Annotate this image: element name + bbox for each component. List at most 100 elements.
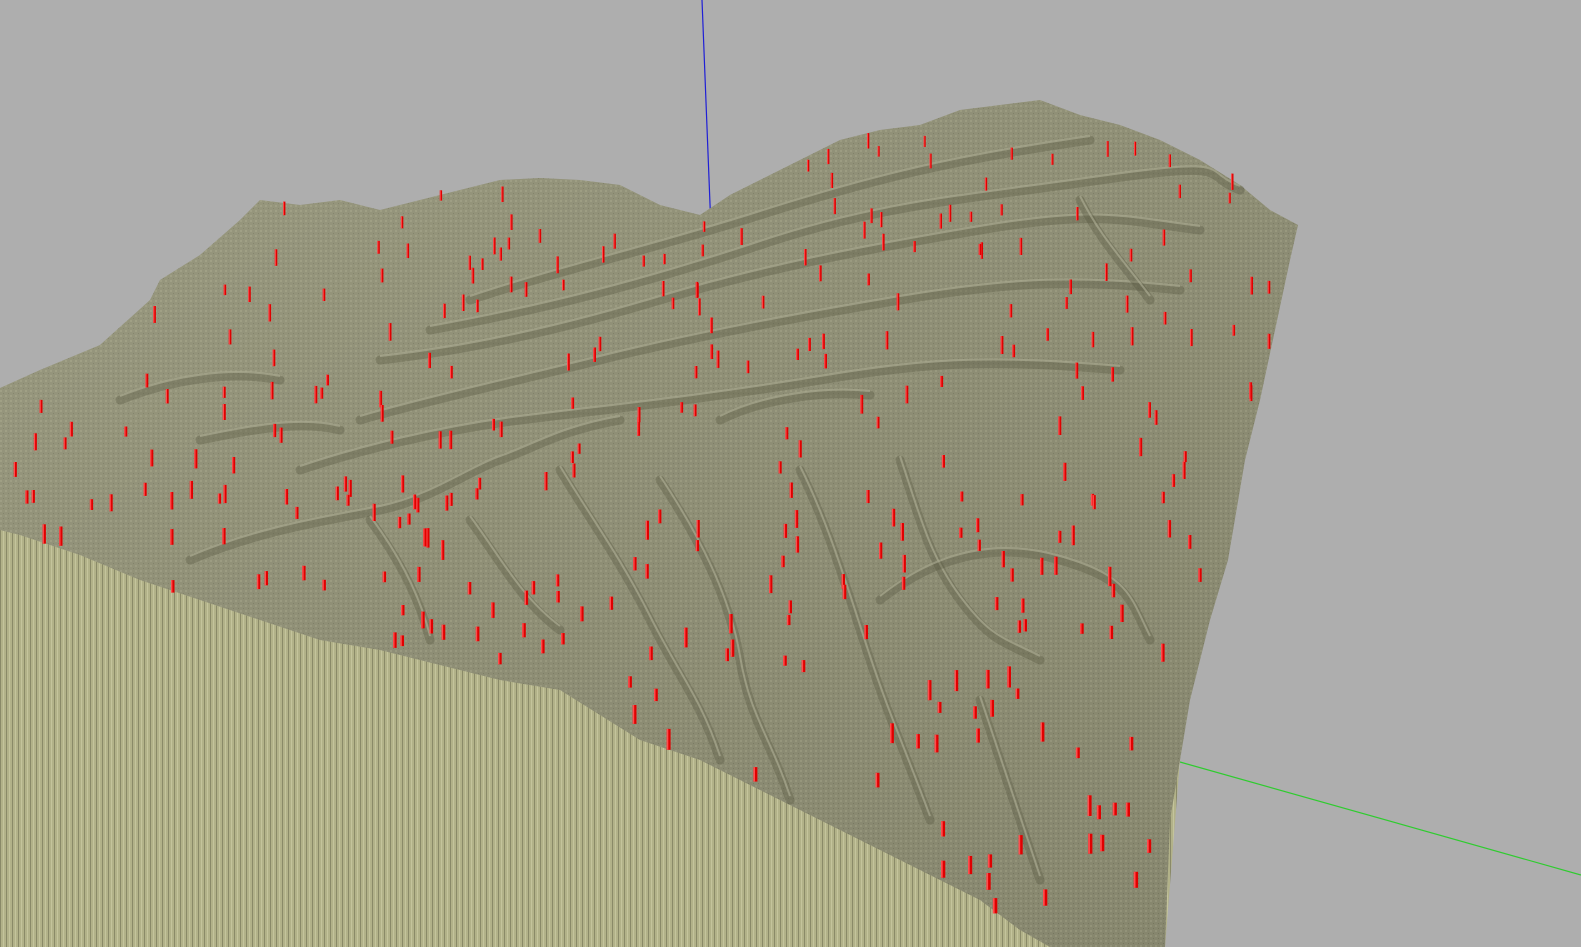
- red-marker-highlight: [223, 284, 225, 296]
- red-marker-highlight: [279, 427, 281, 443]
- red-marker-highlight: [1054, 556, 1056, 575]
- red-marker-highlight: [628, 676, 630, 688]
- red-marker-highlight: [189, 480, 192, 499]
- red-marker-highlight: [1087, 795, 1090, 816]
- red-marker-highlight: [544, 472, 546, 491]
- red-marker-highlight: [902, 554, 904, 573]
- red-marker-highlight: [170, 529, 172, 545]
- red-marker-highlight: [794, 510, 797, 528]
- red-marker-highlight: [860, 394, 862, 414]
- red-marker-highlight: [927, 680, 930, 701]
- red-marker-highlight: [1168, 154, 1170, 168]
- red-marker-highlight: [228, 329, 230, 345]
- red-marker-highlight: [876, 416, 878, 429]
- red-marker-highlight: [937, 701, 940, 713]
- red-marker-highlight: [510, 214, 512, 230]
- red-marker-highlight: [987, 854, 990, 868]
- red-marker-highlight: [461, 294, 463, 311]
- red-marker-highlight: [150, 449, 152, 467]
- red-marker-highlight: [268, 304, 270, 322]
- red-marker-highlight: [556, 591, 558, 603]
- red-marker-highlight: [663, 253, 665, 265]
- red-marker-highlight: [864, 625, 866, 640]
- red-marker-highlight: [450, 365, 452, 379]
- red-marker-highlight: [222, 386, 224, 398]
- red-marker-highlight: [649, 646, 651, 661]
- red-marker-highlight: [348, 479, 350, 497]
- red-marker-highlight: [1249, 382, 1251, 399]
- red-marker-highlight: [1091, 331, 1093, 348]
- red-marker-highlight: [171, 580, 173, 593]
- red-marker-highlight: [335, 486, 337, 501]
- red-marker-highlight: [785, 427, 787, 440]
- red-marker-highlight: [819, 265, 821, 282]
- red-marker-highlight: [1023, 619, 1025, 632]
- red-marker-highlight: [524, 590, 526, 605]
- red-marker-highlight: [400, 216, 402, 229]
- red-marker-highlight: [746, 360, 748, 374]
- red-marker-highlight: [986, 873, 989, 890]
- red-marker-highlight: [788, 600, 790, 614]
- red-marker-highlight: [165, 389, 167, 404]
- red-marker-highlight: [753, 767, 755, 782]
- 3d-viewport[interactable]: [0, 0, 1581, 947]
- red-marker-highlight: [613, 233, 615, 249]
- red-marker-highlight: [1162, 229, 1164, 246]
- red-marker-highlight: [343, 476, 346, 492]
- red-marker-highlight: [143, 482, 145, 496]
- red-marker-highlight: [449, 430, 451, 450]
- red-marker-highlight: [1112, 802, 1115, 816]
- red-marker-highlight: [783, 523, 786, 538]
- terrain-scene[interactable]: [0, 0, 1581, 947]
- red-marker-highlight: [498, 652, 500, 665]
- red-marker-highlight: [783, 655, 785, 666]
- red-marker-highlight: [109, 494, 111, 512]
- red-marker-highlight: [796, 348, 798, 360]
- red-marker-highlight: [1111, 583, 1114, 598]
- red-marker-highlight: [1071, 525, 1073, 546]
- red-marker-highlight: [31, 490, 33, 503]
- red-marker-highlight: [680, 402, 682, 413]
- red-marker-highlight: [1232, 324, 1234, 336]
- red-marker-highlight: [645, 520, 647, 540]
- red-marker-highlight: [145, 373, 147, 388]
- red-marker-highlight: [499, 421, 501, 438]
- red-marker-highlight: [531, 581, 534, 595]
- red-marker-highlight: [572, 463, 574, 478]
- red-marker-highlight: [471, 267, 473, 284]
- red-marker-highlight: [969, 211, 971, 222]
- red-marker-highlight: [541, 639, 543, 654]
- red-marker-highlight: [637, 407, 639, 423]
- red-marker-highlight: [824, 353, 826, 369]
- red-marker-highlight: [725, 648, 727, 662]
- red-marker-highlight: [808, 337, 810, 351]
- red-marker-highlight: [556, 256, 558, 274]
- red-marker-highlight: [401, 475, 403, 493]
- red-marker-highlight: [1012, 344, 1014, 358]
- red-marker-highlight: [905, 385, 907, 404]
- red-marker-highlight: [562, 279, 563, 291]
- red-marker-highlight: [346, 494, 348, 506]
- red-marker-highlight: [1096, 805, 1099, 820]
- red-marker-highlight: [63, 437, 65, 450]
- red-marker-highlight: [941, 455, 944, 468]
- red-marker-highlight: [322, 579, 324, 591]
- red-marker-highlight: [555, 574, 558, 587]
- red-marker-highlight: [524, 282, 526, 297]
- red-marker-highlight: [25, 490, 27, 504]
- red-marker-highlight: [778, 461, 780, 474]
- red-marker-highlight: [842, 584, 845, 600]
- red-marker-highlight: [522, 623, 524, 638]
- red-marker-highlight: [1010, 568, 1012, 582]
- red-marker-highlight: [476, 299, 478, 313]
- red-marker-highlight: [443, 303, 445, 319]
- red-marker-highlight: [1148, 402, 1150, 418]
- red-marker-highlight: [492, 418, 494, 431]
- red-marker-highlight: [1133, 871, 1136, 888]
- red-marker-highlight: [916, 734, 918, 749]
- red-marker-highlight: [645, 564, 647, 579]
- red-marker-highlight: [42, 524, 44, 544]
- red-marker-highlight: [320, 387, 322, 399]
- red-marker-highlight: [1129, 248, 1131, 262]
- red-marker-highlight: [295, 506, 297, 519]
